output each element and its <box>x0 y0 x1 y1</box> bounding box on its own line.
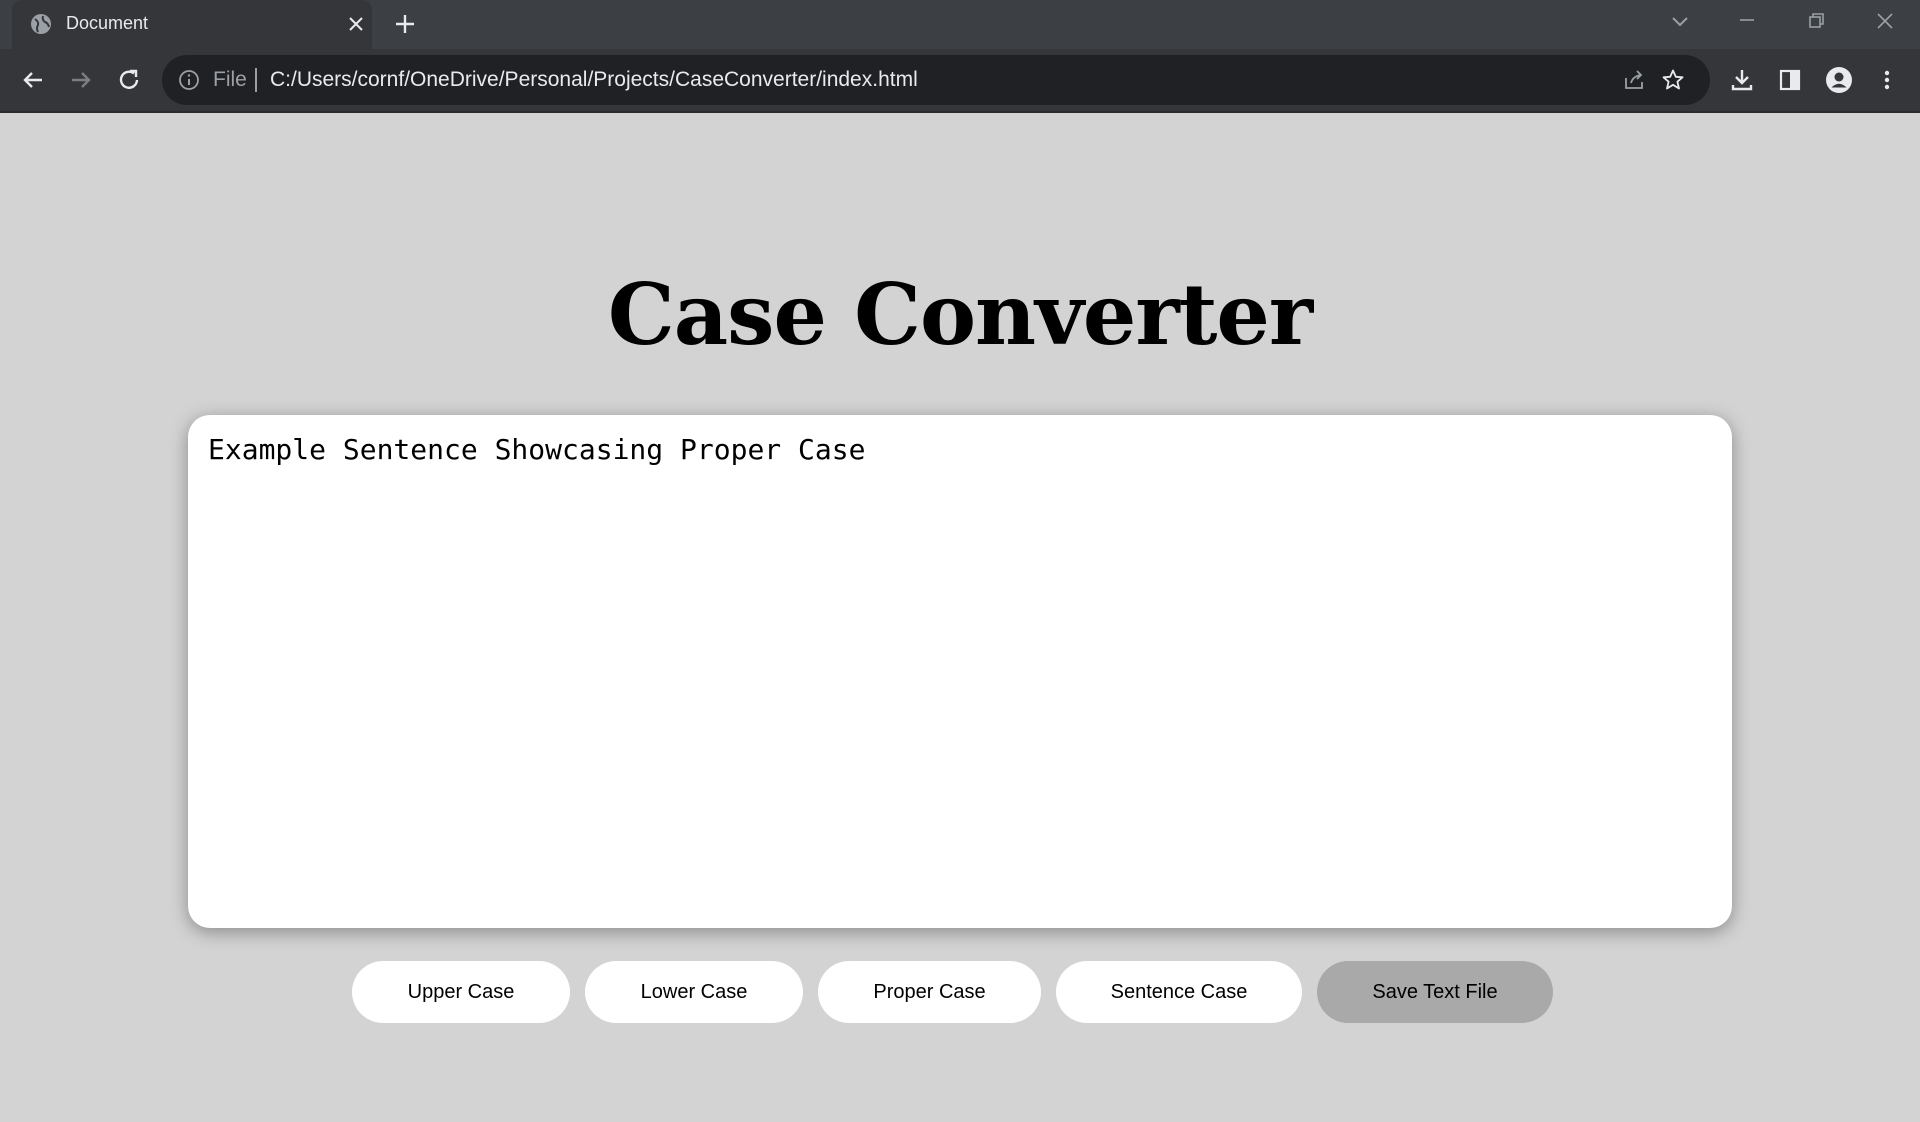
save-text-file-button[interactable]: Save Text File <box>1317 961 1553 1023</box>
address-bar[interactable]: File C:/Users/cornf/OneDrive/Personal/Pr… <box>162 55 1710 105</box>
minimize-icon[interactable] <box>1733 8 1761 36</box>
browser-titlebar: Document <box>0 0 1920 49</box>
restore-icon[interactable] <box>1802 8 1830 36</box>
close-icon[interactable] <box>346 14 366 34</box>
close-window-icon[interactable] <box>1871 8 1899 36</box>
tab-title: Document <box>66 13 149 33</box>
browser-toolbar: File C:/Users/cornf/OneDrive/Personal/Pr… <box>0 49 1920 113</box>
lower-case-button[interactable]: Lower Case <box>585 961 803 1023</box>
proper-case-button[interactable]: Proper Case <box>818 961 1041 1023</box>
address-scheme: File <box>213 68 247 91</box>
info-icon[interactable] <box>178 69 200 91</box>
share-icon[interactable] <box>1622 68 1646 92</box>
star-icon[interactable] <box>1661 68 1685 92</box>
sentence-case-button[interactable]: Sentence Case <box>1056 961 1302 1023</box>
download-icon[interactable] <box>1728 66 1756 94</box>
back-arrow-icon[interactable] <box>18 65 48 95</box>
browser-tab[interactable]: Document <box>12 0 372 49</box>
address-url[interactable]: C:/Users/cornf/OneDrive/Personal/Project… <box>270 68 918 92</box>
more-vert-icon[interactable] <box>1873 66 1901 94</box>
upper-case-button[interactable]: Upper Case <box>352 961 570 1023</box>
plus-icon[interactable] <box>393 12 417 36</box>
chevron-down-icon[interactable] <box>1666 8 1694 36</box>
reload-icon[interactable] <box>114 65 144 95</box>
page-title: Case Converter <box>607 265 1313 364</box>
globe-icon <box>30 13 52 35</box>
page-content: Case Converter Example Sentence Showcasi… <box>0 115 1920 1122</box>
button-row: Upper Case Lower Case Proper Case Senten… <box>0 961 1920 1023</box>
forward-arrow-icon[interactable] <box>66 65 96 95</box>
profile-icon[interactable] <box>1825 66 1853 94</box>
address-divider <box>255 68 257 92</box>
sidepanel-icon[interactable] <box>1776 66 1804 94</box>
text-input-area[interactable]: Example Sentence Showcasing Proper Case <box>188 415 1732 928</box>
